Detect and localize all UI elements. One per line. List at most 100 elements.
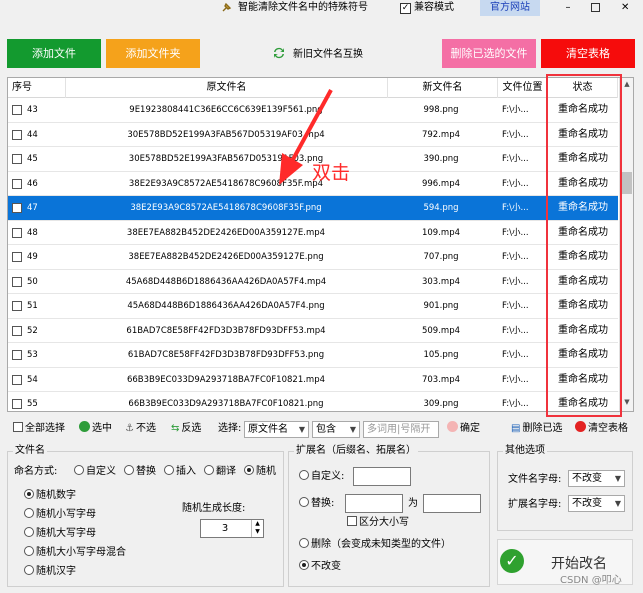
check-circle-icon[interactable]: ✓ [500, 549, 524, 573]
method-replace-radio[interactable]: 替换 [124, 465, 156, 479]
radio-circle[interactable] [244, 465, 254, 475]
row-checkbox[interactable] [12, 105, 22, 115]
table-row[interactable]: 53 61BAD7C8E58FF42FD3D3B78FD93DFF53.png 10… [8, 343, 618, 368]
radio-circle[interactable] [299, 470, 309, 480]
method-custom-radio[interactable]: 自定义 [74, 465, 116, 479]
delete-selected-files-button[interactable]: 删除已选的文件 [442, 39, 536, 68]
filter-field-dropdown[interactable]: 原文件名 ▼ [244, 421, 309, 438]
ext-delete-radio[interactable]: 删除（会变成未知类型的文件） [299, 538, 451, 552]
table-row[interactable]: 48 38EE7EA882B452DE2426ED00A359127E.mp4 10… [8, 221, 618, 245]
random-mixed-case-radio[interactable]: 随机大小写字母混合 [24, 546, 126, 560]
row-checkbox[interactable] [12, 374, 22, 385]
random-lowercase-radio[interactable]: 随机小写字母 [24, 508, 96, 522]
header-index[interactable]: 序号 [8, 78, 66, 98]
filter-keyword-input[interactable]: 多词用|号隔开 [363, 421, 439, 438]
scroll-up-icon[interactable]: ▲ [620, 80, 633, 88]
table-row[interactable]: 47 38E2E93A9C8572AE5418678C9608F35F.png 59… [8, 196, 618, 221]
random-length-value: 3 [221, 523, 229, 534]
table-row[interactable]: 51 45A68D448B6D1886436AA426DA0A57F4.png 90… [8, 294, 618, 319]
ext-case-label: 扩展名字母: [508, 499, 562, 510]
official-site-link[interactable]: 官方网站 [480, 0, 540, 16]
radio-circle[interactable] [204, 465, 214, 475]
add-folder-button[interactable]: 添加文件夹 [106, 39, 200, 68]
ext-replace-from-input[interactable] [345, 494, 403, 513]
close-button[interactable]: ✕ [621, 0, 629, 16]
ext-replace-to-input[interactable] [423, 494, 481, 513]
radio-circle[interactable] [164, 465, 174, 475]
table-row[interactable]: 55 66B3B9EC033D9A293718BA7FC0F10821.png 30… [8, 392, 618, 411]
radio-circle[interactable] [299, 560, 309, 570]
radio-circle[interactable] [74, 465, 84, 475]
radio-circle[interactable] [24, 565, 34, 575]
row-checkbox[interactable] [12, 227, 22, 238]
method-replace-label: 替换 [136, 466, 156, 477]
random-uppercase-radio[interactable]: 随机大写字母 [24, 527, 96, 541]
random-chinese-radio[interactable]: 随机汉字 [24, 565, 76, 579]
radio-circle[interactable] [299, 538, 309, 548]
select-button[interactable]: 选中 [79, 418, 112, 440]
filename-case-dropdown[interactable]: 不改变 ▼ [568, 470, 625, 487]
select-all-checkbox[interactable]: 全部选择 [13, 418, 65, 440]
row-checkbox[interactable] [12, 129, 22, 140]
table-row[interactable]: 49 38EE7EA882B452DE2426ED00A359127E.png 70… [8, 245, 618, 270]
minimize-button[interactable]: – [561, 0, 575, 16]
row-original-name: 45A68D448B6D1886436AA426DA0A57F4.png [127, 301, 325, 311]
radio-circle[interactable] [24, 489, 34, 499]
clear-table-label: 清空表格 [588, 423, 628, 434]
selection-toolbar: 全部选择 选中 ⚓ 不选 ⇆ 反选 选择: 原文件名 ▼ 包含 ▼ 多词用|号隔开 确定… [7, 418, 634, 440]
add-file-button[interactable]: 添加文件 [7, 39, 101, 68]
select-all-box[interactable] [13, 422, 23, 432]
ext-no-change-radio[interactable]: 不改变 [299, 560, 341, 574]
header-new-name[interactable]: 新文件名 [388, 78, 498, 98]
ext-custom-input[interactable] [353, 467, 411, 486]
start-rename-label[interactable]: 开始改名 [551, 553, 607, 573]
random-length-stepper[interactable]: 3 ▲ ▼ [200, 519, 264, 538]
case-sensitive-box[interactable] [347, 516, 357, 526]
filename-case-label: 文件名字母: [508, 474, 562, 485]
radio-circle[interactable] [24, 527, 34, 537]
method-insert-radio[interactable]: 插入 [164, 465, 196, 479]
clear-table-button[interactable]: 清空表格 [541, 39, 635, 68]
row-checkbox[interactable] [12, 154, 22, 164]
table-row[interactable]: 50 45A68D448B6D1886436AA426DA0A57F4.mp4 30… [8, 270, 618, 294]
scroll-thumb[interactable] [622, 172, 632, 194]
anchor-icon: ⚓ [125, 423, 134, 434]
extension-group: 扩展名（后缀名、拓展名） 自定义: 替换: 为 区分大小写 删除（会变成未知类型… [288, 445, 490, 587]
radio-circle[interactable] [299, 497, 309, 507]
row-file-location: F:\小... [502, 178, 529, 189]
case-sensitive-checkbox[interactable]: 区分大小写 [347, 516, 409, 530]
swap-names-button[interactable]: 新旧文件名互换 [293, 45, 363, 60]
row-checkbox[interactable] [12, 252, 22, 262]
scroll-down-icon[interactable]: ▼ [620, 398, 633, 406]
table-row[interactable]: 54 66B3B9EC033D9A293718BA7FC0F10821.mp4 70… [8, 368, 618, 392]
filter-match-dropdown[interactable]: 包含 ▼ [312, 421, 360, 438]
ext-custom-radio[interactable]: 自定义: [299, 470, 344, 484]
table-row[interactable]: 52 61BAD7C8E58FF42FD3D3B78FD93DFF53.mp4 50… [8, 319, 618, 343]
row-checkbox[interactable] [12, 178, 22, 189]
radio-circle[interactable] [24, 508, 34, 518]
ext-replace-radio[interactable]: 替换: [299, 497, 334, 511]
confirm-filter-button[interactable]: 确定 [447, 418, 480, 440]
header-file-location[interactable]: 文件位置 [498, 78, 548, 98]
row-index: 49 [27, 252, 38, 262]
ext-case-dropdown[interactable]: 不改变 ▼ [568, 495, 625, 512]
row-checkbox[interactable] [12, 203, 22, 213]
stepper-arrows-icon[interactable]: ▲ ▼ [251, 520, 263, 537]
row-checkbox[interactable] [12, 350, 22, 360]
compat-mode-checkbox[interactable]: ✓ [400, 3, 411, 14]
radio-circle[interactable] [124, 465, 134, 475]
pin-icon [222, 2, 232, 12]
row-checkbox[interactable] [12, 325, 22, 336]
row-checkbox[interactable] [12, 301, 22, 311]
invert-selection-button[interactable]: ⇆ 反选 [171, 418, 201, 440]
method-translate-radio[interactable]: 翻译 [204, 465, 236, 479]
unselect-button[interactable]: ⚓ 不选 [125, 418, 156, 440]
row-checkbox[interactable] [12, 276, 22, 287]
method-random-radio[interactable]: 随机 [244, 465, 276, 479]
delete-selected-button[interactable]: ▤ 删除已选 [511, 418, 562, 440]
maximize-button[interactable] [591, 3, 600, 12]
clear-table-small-button[interactable]: 清空表格 [575, 418, 628, 440]
row-checkbox[interactable] [12, 399, 22, 409]
random-digits-radio[interactable]: 随机数字 [24, 489, 76, 503]
radio-circle[interactable] [24, 546, 34, 556]
